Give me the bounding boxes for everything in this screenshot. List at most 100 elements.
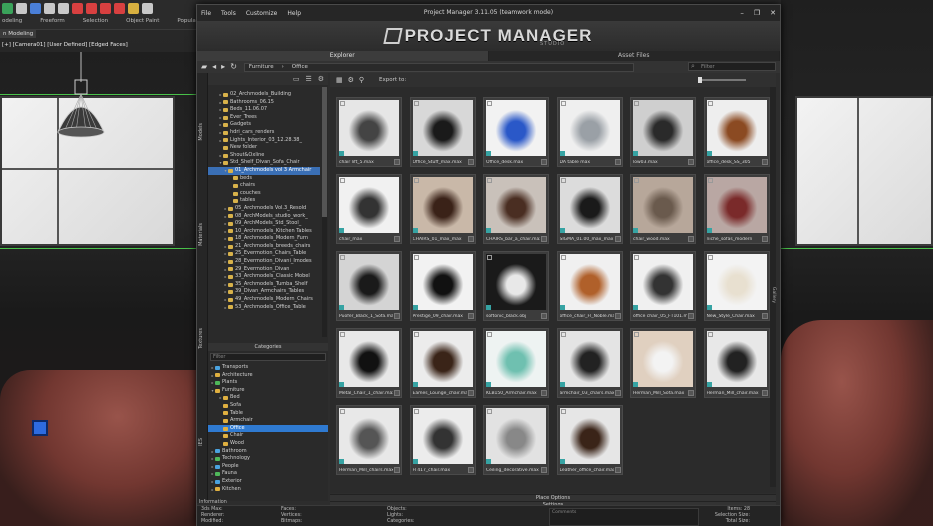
asset-thumbnail[interactable]: Prestige_09_chair.max (409, 251, 476, 321)
pin-icon[interactable] (340, 101, 345, 106)
pin-icon[interactable] (340, 178, 345, 183)
breadcrumb-item[interactable]: Office (292, 64, 308, 70)
download-icon[interactable] (541, 390, 547, 396)
tree-folder-item[interactable]: ▸ 05_Archmodels Vol.3_Resold (208, 205, 320, 213)
asset-thumbnail[interactable]: CHAIRS_01_max_max (409, 174, 476, 244)
download-icon[interactable] (761, 236, 768, 242)
toolbar-icon[interactable] (30, 3, 41, 14)
viewport-label[interactable]: [+] [Camera01] [User Defined] [Edged Fac… (2, 42, 128, 48)
asset-thumbnail[interactable]: Herman_Mill_chair.max (703, 328, 770, 398)
pin-icon[interactable] (560, 101, 566, 106)
tree-folder-item[interactable]: ▸ 33_Archmodels_Classic Mobel (208, 273, 320, 281)
pin-icon[interactable] (487, 409, 492, 414)
asset-thumbnail[interactable]: Office_desk.max (483, 97, 549, 167)
tree-scrollbar[interactable] (322, 87, 327, 337)
tree-folder-item[interactable]: ▸ 28_Evermotion_Divani_Imodes (208, 258, 320, 266)
download-icon[interactable] (614, 236, 621, 242)
category-item[interactable]: ▸ People (208, 463, 328, 471)
tree-folder-item[interactable]: ▸ 39_Divan_Armchairs_Tables (208, 288, 320, 296)
pin-icon[interactable] (340, 332, 345, 337)
asset-thumbnail[interactable]: Herman_Mill_Sofa.max (630, 328, 696, 398)
download-icon[interactable] (394, 236, 400, 242)
tree-folder-item[interactable]: ▸ Bathrooms_06.15 (208, 99, 320, 107)
pin-icon[interactable] (340, 409, 345, 414)
download-icon[interactable] (614, 313, 621, 319)
minimize-icon[interactable]: – (740, 8, 744, 18)
download-icon[interactable] (614, 467, 621, 473)
category-item[interactable]: ▸ Plants (208, 379, 328, 387)
asset-thumbnail[interactable]: office chair_05_FT101.max (630, 251, 696, 321)
menu-file[interactable]: File (201, 10, 211, 17)
tree-folder-item[interactable]: ▸ 08_ArchModels_studio_work_ (208, 213, 320, 221)
ribbon-tab[interactable]: Freeform (40, 18, 65, 24)
download-icon[interactable] (394, 390, 400, 396)
asset-thumbnail[interactable]: H 417_chair.max (409, 405, 476, 475)
category-item[interactable]: ▸ Kitchen (208, 486, 328, 494)
asset-thumbnail[interactable]: chair_wood.max (630, 174, 696, 244)
pin-icon[interactable] (707, 101, 713, 106)
toolbar-icon[interactable] (2, 3, 13, 14)
download-icon[interactable] (467, 467, 474, 473)
asset-thumbnail[interactable]: DA table max (556, 97, 623, 167)
asset-thumbnail[interactable]: low03.max (630, 97, 696, 167)
list-icon[interactable]: ☰ (305, 75, 311, 83)
toolbar-icon[interactable] (58, 3, 69, 14)
search-input[interactable]: Filter (688, 62, 776, 71)
tree-folder-item[interactable]: tables (208, 197, 320, 205)
category-item[interactable]: Chair (208, 432, 328, 440)
category-item[interactable]: Table (208, 410, 328, 418)
refresh-icon[interactable]: ↻ (230, 62, 237, 72)
pin-icon[interactable] (634, 332, 639, 337)
ribbon-tab[interactable]: Selection (83, 18, 108, 24)
toolbar-icon[interactable] (142, 3, 153, 14)
download-icon[interactable] (688, 159, 694, 165)
category-item[interactable]: ▸ Bathroom (208, 448, 328, 456)
asset-thumbnail[interactable]: chair lift_5.max (336, 97, 402, 167)
filter-icon[interactable]: ⚲ (359, 76, 364, 84)
tree-folder-item[interactable]: New folder (208, 144, 320, 152)
download-icon[interactable] (761, 159, 768, 165)
pin-icon[interactable] (413, 178, 419, 183)
ribbon-tab[interactable]: Object Paint (126, 18, 159, 24)
thumbnail-size-slider[interactable] (698, 77, 746, 83)
asset-thumbnail[interactable]: Eames_Lounge_chair.max (409, 328, 476, 398)
close-icon[interactable]: ✕ (770, 8, 776, 18)
pin-icon[interactable] (340, 255, 345, 260)
asset-thumbnail[interactable]: office_desk_SS_305 (703, 97, 770, 167)
toolbar-icon[interactable] (72, 3, 83, 14)
tab-explorer[interactable]: Explorer (197, 51, 489, 61)
tree-folder-item[interactable]: ▾ 01_Archmodels vol 3 Armchair (208, 166, 320, 175)
tree-folder-item[interactable]: ▸ 21_Archmodels_breeds_chairs (208, 243, 320, 251)
pin-icon[interactable] (487, 255, 492, 260)
asset-thumbnail[interactable]: SIGMA_01.00_max_max (556, 174, 623, 244)
export-label[interactable]: Export to: (379, 77, 406, 83)
toolbar-icon[interactable] (86, 3, 97, 14)
settings-icon[interactable]: ⚙ (318, 75, 324, 83)
menu-customize[interactable]: Customize (246, 10, 278, 17)
tree-folder-item[interactable]: ▸ 49_Archmodels_Modern_Chairs (208, 296, 320, 304)
settings-icon[interactable]: ⚙ (348, 76, 354, 84)
folder-icon[interactable]: ▰ (201, 62, 207, 72)
asset-thumbnail[interactable]: New_Style_Chair.max (703, 251, 770, 321)
tab-asset-files[interactable]: Asset Files (488, 51, 780, 61)
tree-folder-item[interactable]: ▸ Ever_Trees (208, 114, 320, 122)
category-item[interactable]: ▸ Architecture (208, 372, 328, 380)
asset-thumbnail[interactable]: Office_Stuff_max.max (409, 97, 476, 167)
tree-folder-item[interactable]: ▸ Lights_Interior_03_12.28.38_ (208, 137, 320, 145)
asset-thumbnail[interactable]: Herman_Mill_chairs.max (336, 405, 402, 475)
tree-folder-item[interactable]: couches (208, 190, 320, 198)
download-icon[interactable] (467, 390, 474, 396)
tree-folder-item[interactable]: ▸ 29_Evermotion_Divan (208, 266, 320, 274)
category-item[interactable]: ▸ Bed (208, 394, 328, 402)
download-icon[interactable] (541, 467, 547, 473)
comments-field[interactable]: Comments (549, 508, 699, 526)
tree-folder-item[interactable]: ▸ 25_Evermotion_Chairs_Table (208, 250, 320, 258)
toolbar-icon[interactable] (128, 3, 139, 14)
tree-folder-item[interactable]: ▸ 18_Archmodels_Modern_Furn (208, 235, 320, 243)
pin-icon[interactable] (560, 255, 566, 260)
asset-thumbnail[interactable]: Puofer_Black_1_Sofa.max (336, 251, 402, 321)
toolbar-icon[interactable] (114, 3, 125, 14)
pin-icon[interactable] (707, 255, 713, 260)
gallery-scrollbar[interactable]: Gallery (770, 87, 776, 487)
category-filter-input[interactable]: Filter (210, 353, 326, 361)
